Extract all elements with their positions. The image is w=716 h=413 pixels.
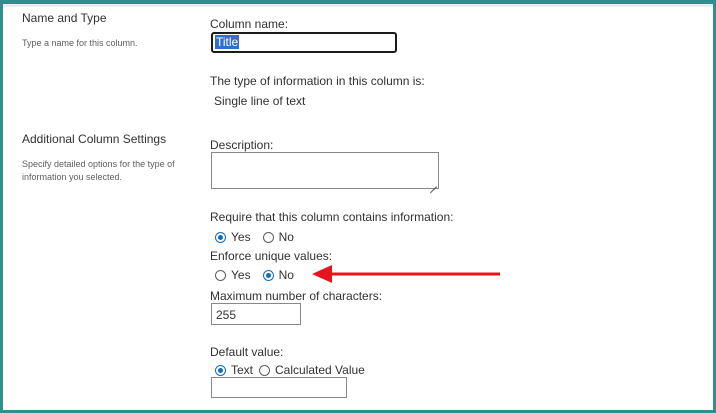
unique-yes-radio[interactable] [215, 269, 226, 281]
type-info-label: The type of information in this column i… [210, 74, 425, 88]
maxchars-input[interactable]: 255 [211, 303, 301, 325]
type-value: Single line of text [214, 94, 306, 108]
top-band [3, 4, 713, 7]
section-desc-additional-1: Specify detailed options for the type of [22, 159, 175, 169]
unique-yes-label[interactable]: Yes [231, 268, 251, 282]
window-frame [0, 0, 716, 413]
require-yes-label[interactable]: Yes [231, 230, 251, 244]
require-yes-radio[interactable] [215, 231, 226, 243]
require-no-label[interactable]: No [279, 230, 294, 244]
description-label: Description: [210, 138, 274, 152]
column-name-value: Title [215, 35, 240, 49]
default-text-label[interactable]: Text [231, 363, 253, 377]
section-desc-additional-2: information you selected. [22, 172, 123, 182]
require-no-radio[interactable] [262, 231, 274, 243]
section-desc-name-type: Type a name for this column. [22, 38, 138, 48]
default-calculated-radio[interactable] [259, 364, 271, 376]
default-radio-group: Text Calculated Value [215, 363, 377, 377]
unique-label: Enforce unique values: [210, 249, 333, 263]
column-name-input[interactable]: Title [211, 32, 397, 53]
require-radio-group: Yes No [215, 230, 306, 244]
resize-grip-icon[interactable] [430, 180, 437, 187]
description-textarea[interactable] [211, 152, 439, 189]
section-title-additional: Additional Column Settings [22, 132, 167, 146]
unique-radio-group: Yes No [215, 268, 306, 282]
default-text-radio[interactable] [215, 364, 226, 376]
default-label: Default value: [210, 345, 284, 359]
default-value-input[interactable] [211, 377, 347, 398]
column-name-label: Column name: [210, 17, 289, 31]
annotation-arrow-icon [312, 265, 500, 283]
require-label: Require that this column contains inform… [210, 210, 454, 224]
default-calculated-label[interactable]: Calculated Value [275, 363, 365, 377]
section-title-name-type: Name and Type [22, 11, 107, 25]
maxchars-label: Maximum number of characters: [210, 289, 383, 303]
unique-no-label[interactable]: No [279, 268, 294, 282]
unique-no-radio[interactable] [262, 269, 274, 281]
